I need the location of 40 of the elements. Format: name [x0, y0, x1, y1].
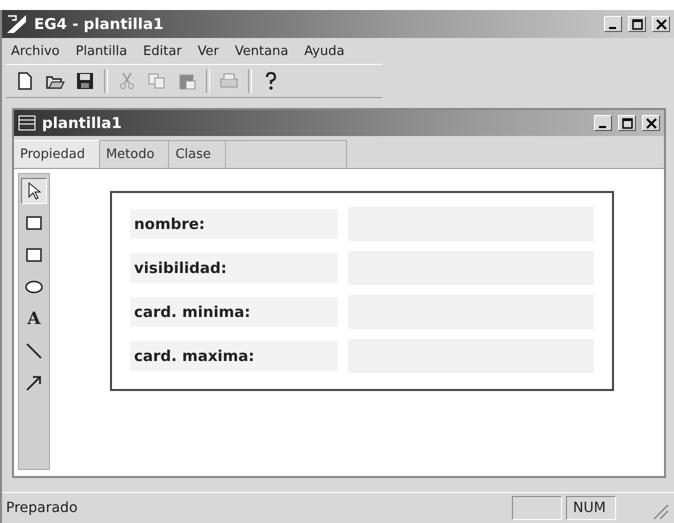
cut-icon: [117, 71, 137, 91]
field-label: nombre:: [130, 209, 338, 239]
arrow-icon: [24, 373, 44, 393]
save-icon: [75, 71, 95, 91]
tab[interactable]: Propiedad: [14, 140, 100, 168]
maximize-icon: [622, 118, 632, 128]
close-icon: [656, 18, 666, 30]
menu-item[interactable]: Ver: [196, 44, 220, 59]
window-title: EG4 - plantilla1: [34, 15, 164, 33]
close-button[interactable]: [642, 115, 660, 131]
status-message: Preparado: [6, 500, 79, 516]
close-icon: [646, 118, 656, 128]
document-icon: [18, 115, 36, 131]
menu-item[interactable]: Editar: [142, 44, 183, 59]
maximize-icon: [632, 18, 642, 30]
menu-item[interactable]: Archivo: [10, 44, 61, 59]
minimize-icon: [608, 26, 616, 28]
minimize-icon: [598, 126, 606, 128]
menu-item[interactable]: Ventana: [234, 44, 290, 59]
maximize-button[interactable]: [628, 16, 646, 32]
minimize-button[interactable]: [604, 16, 622, 32]
field-label: card. maxima:: [130, 341, 338, 371]
app-icon: [6, 14, 28, 34]
menu-item[interactable]: Plantilla: [74, 44, 128, 59]
document-title: plantilla1: [42, 114, 123, 132]
pointer-tool[interactable]: [21, 178, 47, 204]
field-label: visibilidad:: [130, 253, 338, 283]
line-icon: [24, 341, 44, 361]
close-button[interactable]: [652, 16, 670, 32]
field-label: card. minima:: [130, 297, 338, 327]
status-pane: NUM: [566, 496, 616, 520]
minimize-button[interactable]: [594, 115, 612, 131]
copy-icon: [147, 71, 167, 91]
tab[interactable]: Metodo: [100, 140, 170, 168]
toolbar-button[interactable]: [74, 70, 96, 92]
maximize-button[interactable]: [618, 115, 636, 131]
text-tool[interactable]: A: [21, 306, 47, 332]
tab[interactable]: Clase: [169, 140, 226, 168]
menu-item[interactable]: Ayuda: [303, 44, 346, 59]
status-pane: [512, 496, 562, 520]
